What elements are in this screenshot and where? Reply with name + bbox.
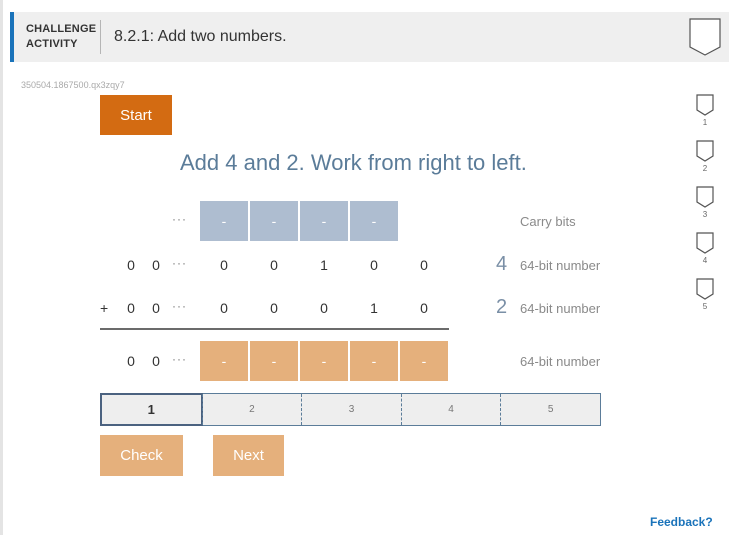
number-a-digit: 0 — [420, 257, 428, 273]
result-leading-digit: 0 — [127, 353, 135, 369]
number-a-leading-digit: 0 — [127, 257, 135, 273]
number-b-label: 64-bit number — [520, 301, 601, 316]
next-button[interactable]: Next — [213, 435, 284, 476]
result-cell[interactable]: - — [250, 341, 298, 381]
number-a-ellipsis: ··· — [172, 256, 187, 270]
carry-cell[interactable]: - — [300, 201, 348, 241]
step-tab-1[interactable]: 1 — [100, 393, 203, 426]
result-cell[interactable]: - — [350, 341, 398, 381]
level-badge-4[interactable]: 4 — [695, 232, 715, 265]
activity-type-line2: ACTIVITY — [26, 38, 78, 50]
level-badge-5[interactable]: 5 — [695, 278, 715, 311]
level-badge-1[interactable]: 1 — [695, 94, 715, 127]
number-a-digit: 1 — [320, 257, 328, 273]
carry-cell[interactable]: - — [250, 201, 298, 241]
number-a-digit: 0 — [370, 257, 378, 273]
step-tab-2[interactable]: 2 — [201, 394, 302, 425]
start-button[interactable]: Start — [100, 95, 172, 135]
level-number: 2 — [702, 164, 708, 173]
number-a-digit: 0 — [220, 257, 228, 273]
carry-cell[interactable]: - — [350, 201, 398, 241]
header-accent-bar — [10, 12, 14, 62]
number-b-ellipsis: ··· — [172, 299, 187, 313]
number-b-digit: 0 — [420, 300, 428, 316]
level-number: 4 — [702, 256, 708, 265]
plus-sign: + — [100, 300, 109, 316]
result-cell[interactable]: - — [200, 341, 248, 381]
level-badge-icon — [696, 94, 714, 116]
level-number: 3 — [702, 210, 708, 219]
number-a-leading-digit: 0 — [152, 257, 160, 273]
number-a-decimal: 4 — [496, 253, 508, 275]
result-leading-digit: 0 — [152, 353, 160, 369]
step-tab-3[interactable]: 3 — [301, 394, 401, 425]
feedback-link[interactable]: Feedback? — [650, 515, 713, 529]
result-cell[interactable]: - — [400, 341, 448, 381]
carry-cell[interactable]: - — [200, 201, 248, 241]
level-number: 5 — [702, 302, 708, 311]
number-b-leading-digit: 0 — [127, 300, 135, 316]
step-tabs: 1 2 3 4 5 — [100, 393, 601, 426]
number-b-digit: 0 — [320, 300, 328, 316]
carry-label: Carry bits — [520, 214, 576, 229]
level-number: 1 — [702, 118, 708, 127]
level-badge-icon — [696, 278, 714, 300]
header-divider — [100, 20, 101, 54]
level-badge-icon — [696, 232, 714, 254]
number-b-leading-digit: 0 — [152, 300, 160, 316]
activity-type: CHALLENGE ACTIVITY — [26, 22, 96, 52]
number-a-digit: 0 — [270, 257, 278, 273]
number-b-digit: 0 — [270, 300, 278, 316]
result-label: 64-bit number — [520, 354, 601, 369]
result-ellipsis: ··· — [172, 352, 187, 366]
level-badge-icon — [696, 186, 714, 208]
number-b-decimal: 2 — [496, 296, 508, 318]
number-a-label: 64-bit number — [520, 258, 601, 273]
number-b-digit: 1 — [370, 300, 378, 316]
step-tab-5[interactable]: 5 — [500, 394, 600, 425]
result-cell[interactable]: - — [300, 341, 348, 381]
activity-header: CHALLENGE ACTIVITY 8.2.1: Add two number… — [10, 12, 729, 62]
check-button[interactable]: Check — [100, 435, 183, 476]
level-badge-icon — [696, 140, 714, 162]
activity-id: 350504.1867500.qx3zqy7 — [21, 80, 125, 90]
number-b-digit: 0 — [220, 300, 228, 316]
level-badge-3[interactable]: 3 — [695, 186, 715, 219]
activity-title: 8.2.1: Add two numbers. — [114, 28, 287, 45]
step-tab-4[interactable]: 4 — [400, 394, 501, 425]
completion-badge-icon — [689, 18, 721, 56]
instruction-text: Add 4 and 2. Work from right to left. — [180, 150, 527, 175]
level-badge-2[interactable]: 2 — [695, 140, 715, 173]
activity-type-line1: CHALLENGE — [26, 23, 97, 35]
sum-line — [100, 328, 449, 330]
carry-ellipsis: ··· — [172, 212, 187, 226]
